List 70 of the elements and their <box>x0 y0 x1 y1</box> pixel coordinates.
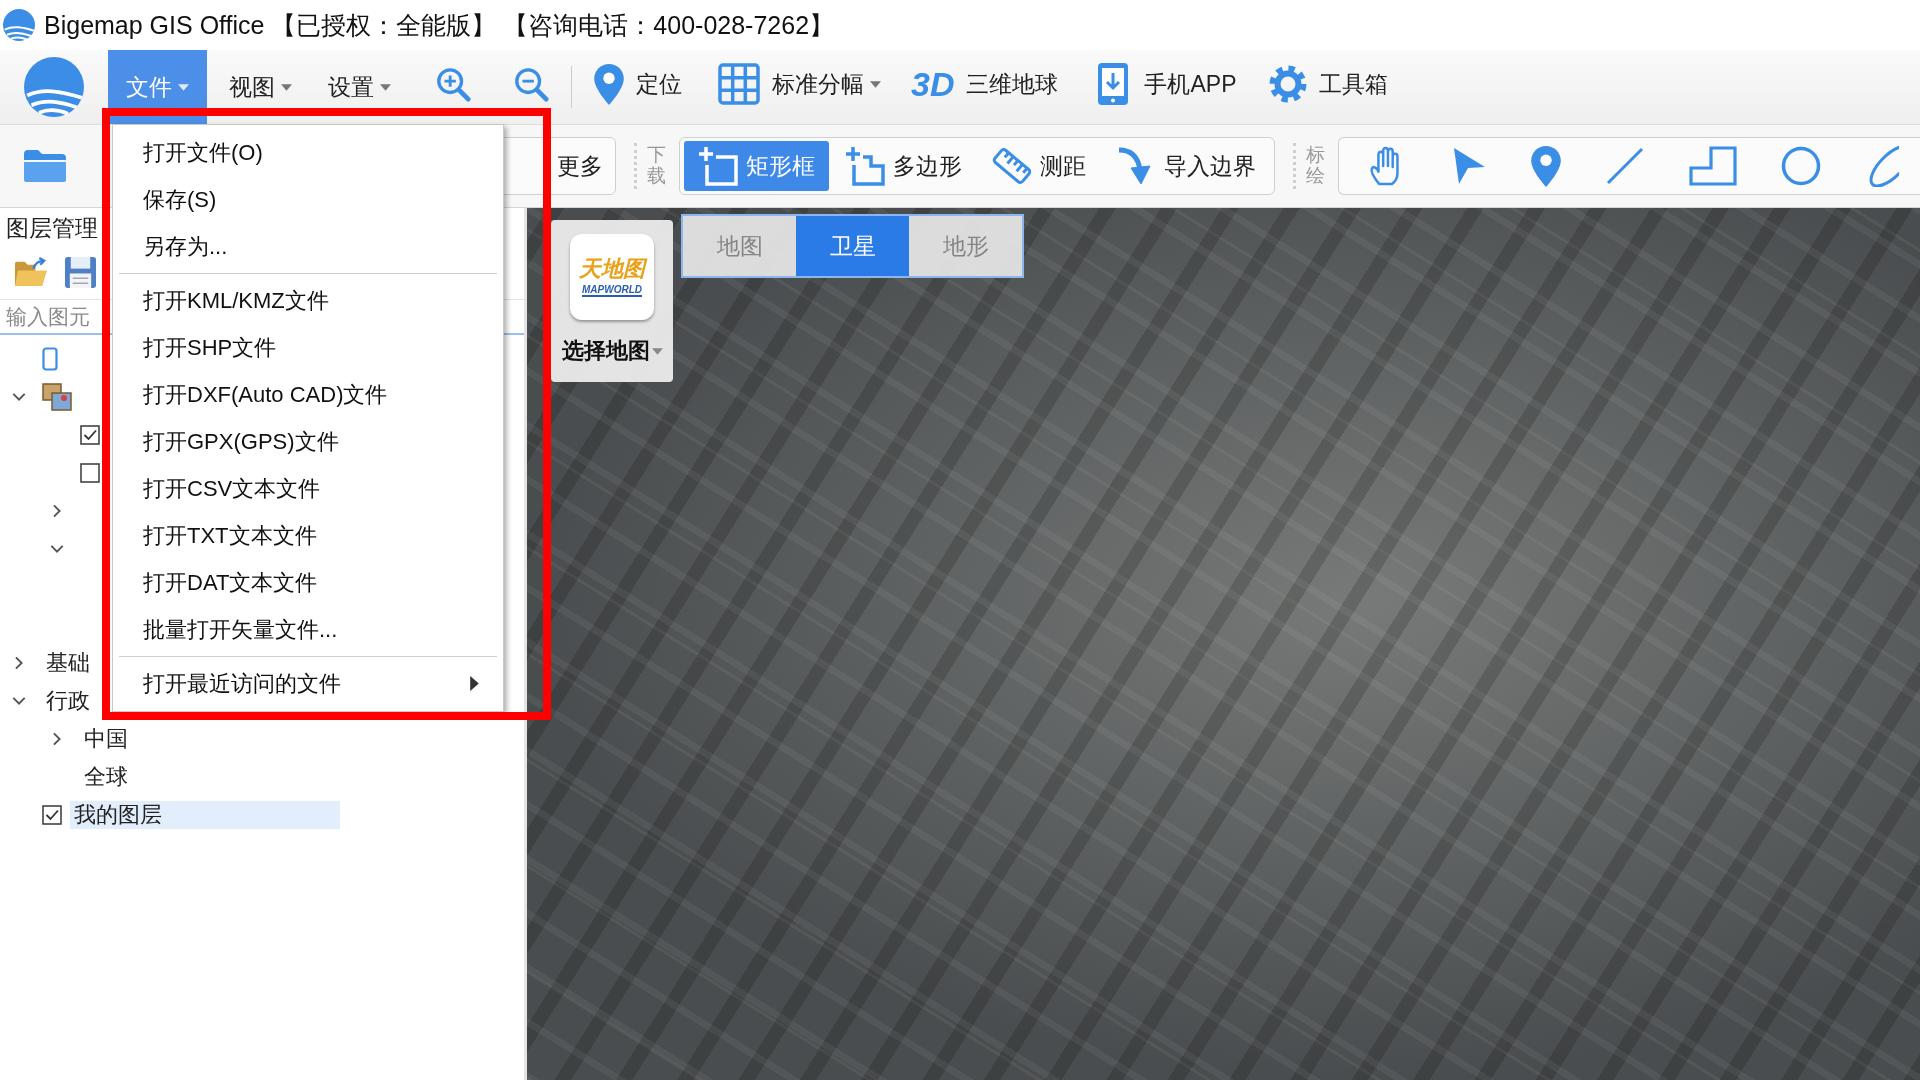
3d-icon: 3D <box>911 67 955 101</box>
checkbox[interactable] <box>80 425 100 445</box>
save-button[interactable] <box>63 255 98 289</box>
rectangle-tool-icon <box>698 146 738 186</box>
map-pin-icon <box>1531 145 1561 187</box>
logo-subtext: MAPWORLD <box>582 283 642 297</box>
menu-item[interactable]: 打开DXF(Auto CAD)文件 <box>113 371 503 418</box>
caret-icon <box>281 83 292 91</box>
panel-title: 图层管理 <box>6 213 98 243</box>
menu-item[interactable]: 批量打开矢量文件... <box>113 606 503 653</box>
folder-icon <box>22 148 68 184</box>
rectangle-tool-button[interactable]: 矩形框 <box>684 141 829 191</box>
menu-item[interactable]: 打开最近访问的文件 <box>113 660 503 707</box>
circle-icon <box>1781 146 1821 186</box>
menu-item[interactable]: 打开DAT文本文件 <box>113 559 503 606</box>
open-file-button[interactable] <box>14 255 49 289</box>
map-pin-icon <box>594 63 624 105</box>
toolbar-group-label: 标绘 <box>1306 145 1325 187</box>
folder-arrow-icon <box>14 255 49 289</box>
layer-name[interactable]: 基础 <box>42 648 94 678</box>
3d-globe-button[interactable]: 3D 三维地球 <box>901 58 1075 110</box>
menu-tab[interactable]: 视图 <box>215 50 306 124</box>
more-button[interactable]: 更多 <box>549 144 611 188</box>
checkbox[interactable] <box>80 463 100 483</box>
menu-item[interactable]: 打开GPX(GPS)文件 <box>113 418 503 465</box>
ruler-icon <box>992 146 1032 186</box>
line-icon <box>1605 146 1645 186</box>
grid-icon <box>718 63 760 105</box>
caret-icon <box>870 80 881 88</box>
checkbox[interactable] <box>42 805 62 825</box>
map-type-tab[interactable]: 卫星 <box>796 216 909 276</box>
layer-name[interactable]: 行政 <box>42 686 94 716</box>
layer-name[interactable]: 我的图层 <box>70 800 340 830</box>
caret-icon <box>178 83 189 91</box>
map-provider-logo[interactable]: 天地图 MAPWORLD <box>570 234 654 320</box>
menu-item[interactable]: 打开SHP文件 <box>113 324 503 371</box>
menu-item[interactable]: 另存为... <box>113 223 503 270</box>
app-logo-icon[interactable] <box>24 57 84 117</box>
layers-icon <box>42 383 72 411</box>
layer-name[interactable]: 中国 <box>80 724 132 754</box>
layer-name[interactable]: 全球 <box>80 762 132 792</box>
menu-item[interactable]: 打开CSV文本文件 <box>113 465 503 512</box>
settings-icon <box>1268 65 1307 103</box>
phone-download-icon <box>1098 63 1129 105</box>
menu-item[interactable]: 打开TXT文本文件 <box>113 512 503 559</box>
pointer-arrow-icon <box>1451 146 1487 186</box>
polygon-tool-button[interactable]: 多边形 <box>831 141 976 191</box>
window-title: Bigemap GIS Office 【已授权：全能版】 【咨询电话：400-028-7262】 <box>44 9 835 41</box>
open-folder-button[interactable] <box>22 148 68 184</box>
import-tool-button[interactable]: 导入边界 <box>1102 141 1270 191</box>
menu-tab[interactable]: 设置 <box>314 50 405 124</box>
toolbox-button[interactable]: 工具箱 <box>1258 58 1404 110</box>
menu-item[interactable]: 保存(S) <box>113 176 503 223</box>
submenu-arrow-icon <box>470 676 479 691</box>
menu-item[interactable]: 打开KML/KMZ文件 <box>113 277 503 324</box>
caret-icon <box>380 83 391 91</box>
menu-item[interactable]: 打开文件(O) <box>113 129 503 176</box>
zoom-out-icon <box>513 66 549 102</box>
phone-icon <box>42 347 58 371</box>
select-map-button[interactable]: 选择地图 <box>561 336 663 366</box>
app-logo-icon <box>3 9 35 41</box>
ruler-tool-button[interactable]: 测距 <box>978 141 1100 191</box>
caret-icon <box>651 347 663 355</box>
map-sheet-button[interactable]: 标准分幅 <box>708 58 891 110</box>
mobile-app-button[interactable]: 手机APP <box>1088 58 1253 110</box>
locate-button[interactable]: 定位 <box>584 58 698 110</box>
zoom-in-icon <box>435 66 471 102</box>
toolbar-group-label: 下载 <box>647 145 666 187</box>
step-shape-icon <box>1689 146 1737 186</box>
polygon-tool-icon <box>845 146 885 186</box>
